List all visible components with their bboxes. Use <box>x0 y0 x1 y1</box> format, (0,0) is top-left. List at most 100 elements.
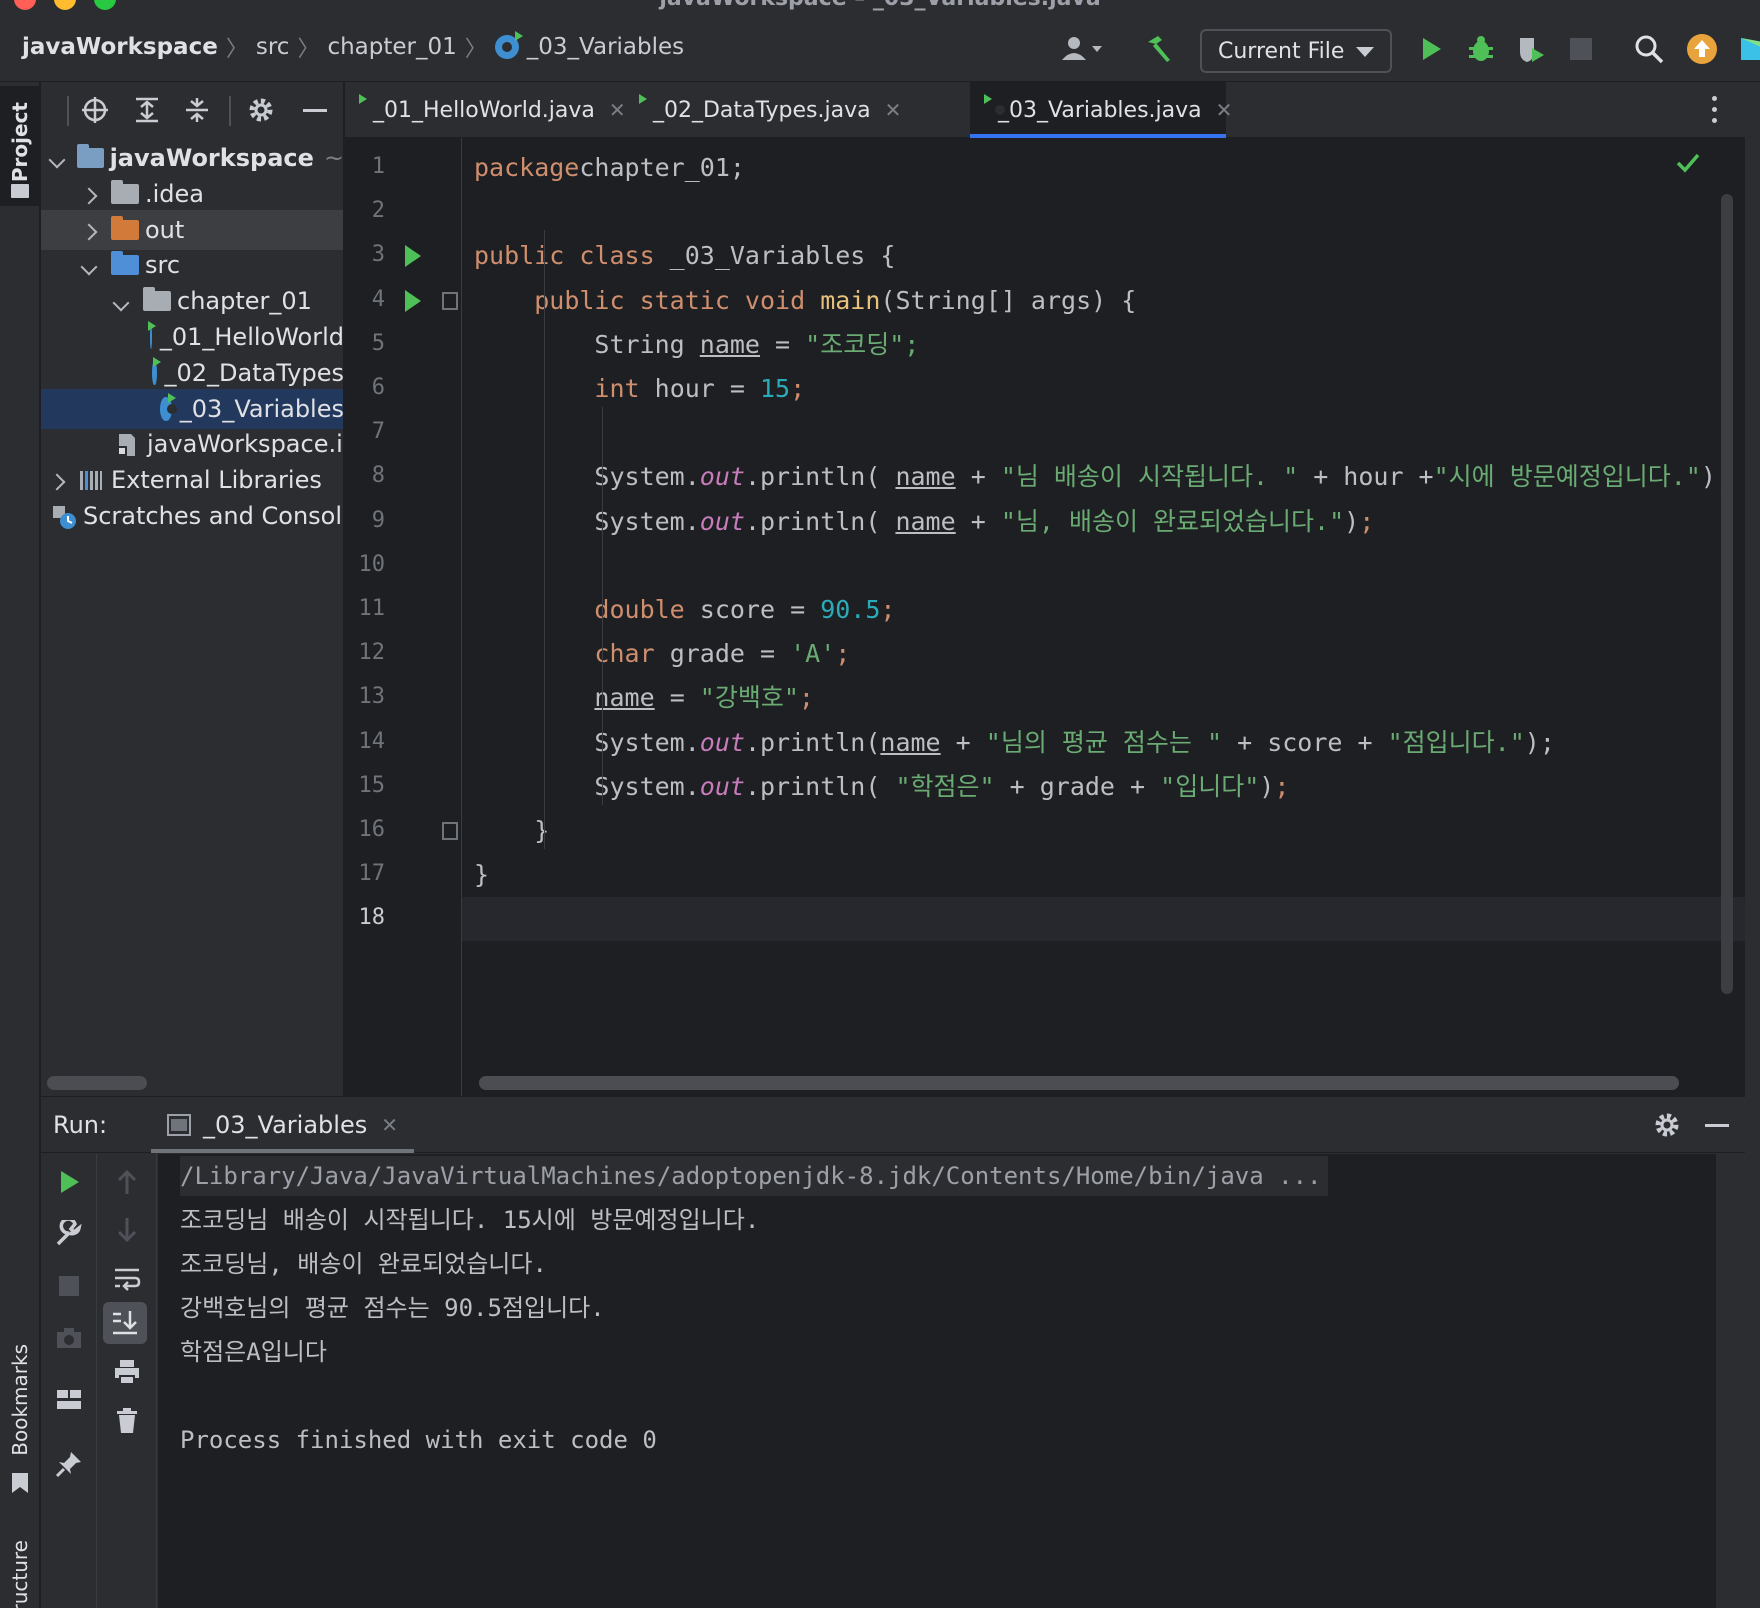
tree-item[interactable]: Scratches and Consoles <box>41 496 343 536</box>
breadcrumb-package[interactable]: chapter_01 <box>327 34 456 60</box>
arrow-down-icon[interactable] <box>113 1216 141 1244</box>
close-icon[interactable]: ✕ <box>381 1113 398 1137</box>
code-token: = <box>654 683 700 713</box>
rerun-icon[interactable] <box>55 1168 83 1196</box>
scroll-to-end-button[interactable] <box>103 1302 147 1344</box>
right-tool-strip <box>1745 82 1760 1608</box>
minimize-icon[interactable] <box>1705 1124 1729 1127</box>
tree-item[interactable]: _02_DataTypes <box>41 353 343 393</box>
chevron-down-icon[interactable] <box>48 151 66 169</box>
code-token: + <box>940 727 986 757</box>
code-token: + <box>955 506 1001 536</box>
code-line: packagechapter_01; <box>474 146 745 190</box>
more-tabs-icon[interactable] <box>1712 94 1720 126</box>
soft-wrap-icon[interactable] <box>113 1264 141 1292</box>
camera-icon[interactable] <box>55 1324 83 1352</box>
chevron-right-icon[interactable] <box>80 187 98 205</box>
tree-item[interactable]: javaWorkspace.iml <box>41 424 343 464</box>
update-icon[interactable] <box>1686 33 1718 65</box>
code-token: char <box>594 639 670 669</box>
tree-item[interactable]: chapter_01 <box>41 281 343 321</box>
tab-label: _03_Variables.java <box>998 97 1202 123</box>
close-icon[interactable]: ✕ <box>609 98 626 122</box>
chevron-down-icon[interactable] <box>112 294 130 312</box>
editor-vertical-scrollbar[interactable] <box>1721 194 1733 994</box>
divider <box>229 96 231 126</box>
divider <box>67 96 69 126</box>
tree-item[interactable]: _03_Variables <box>41 388 344 429</box>
collapse-all-icon[interactable] <box>183 96 211 124</box>
fold-marker-icon[interactable] <box>442 291 458 310</box>
editor-horizontal-scrollbar[interactable] <box>479 1076 1679 1090</box>
structure-tool-label[interactable]: Structure <box>8 1540 32 1608</box>
bookmarks-tool-label[interactable]: Bookmarks <box>8 1344 32 1456</box>
console-scroll-gutter <box>1716 1154 1745 1608</box>
search-icon[interactable] <box>1634 34 1664 64</box>
tab-helloworld[interactable]: _01_HelloWorld.java ✕ <box>345 82 626 138</box>
chevron-right-icon[interactable] <box>80 223 98 241</box>
code-line: System.out.println(name + "님의 평균 점수는 " +… <box>474 721 1554 765</box>
wrench-icon[interactable] <box>55 1220 83 1248</box>
chevron-right-icon[interactable] <box>48 473 66 491</box>
gutter-run-icon[interactable] <box>405 289 421 312</box>
code-token: String <box>474 329 700 359</box>
tab-datatypes[interactable]: _02_DataTypes.java ✕ <box>625 82 901 138</box>
line-number: 10 <box>358 551 386 577</box>
close-icon[interactable]: ✕ <box>1216 98 1233 122</box>
console-output[interactable]: /Library/Java/JavaVirtualMachines/adopto… <box>158 1154 1718 1608</box>
minimize-icon[interactable] <box>303 109 327 112</box>
code-line: System.out.println( name + "님, 배송이 완료되었습… <box>474 500 1374 544</box>
code-token: "입니다" <box>1160 771 1260 801</box>
run-tab-variables[interactable]: _03_Variables ✕ <box>151 1097 414 1153</box>
close-icon[interactable]: ✕ <box>885 98 902 122</box>
tree-item[interactable]: External Libraries <box>41 460 343 500</box>
gear-icon[interactable] <box>247 96 275 124</box>
tree-item[interactable]: _01_HelloWorld <box>41 317 343 357</box>
code-line: System.out.println( name + "님 배송이 시작됩니다.… <box>474 455 1731 499</box>
code-token: double <box>594 595 700 624</box>
run-label: Run: <box>53 1111 108 1139</box>
print-icon[interactable] <box>113 1358 141 1386</box>
line-number: 11 <box>358 596 386 621</box>
trash-icon[interactable] <box>113 1406 141 1434</box>
debug-icon[interactable] <box>1466 34 1496 64</box>
tree-item[interactable]: javaWorkspace ~ <box>41 138 343 178</box>
line-number: 13 <box>358 684 386 710</box>
run-tools-secondary <box>97 1154 157 1608</box>
code-area[interactable]: packagechapter_01; public class _03_Varia… <box>462 138 1760 1038</box>
tree-item[interactable]: .idea <box>41 174 343 214</box>
project-tool-button[interactable]: Project <box>0 86 40 206</box>
project-horizontal-scrollbar[interactable] <box>47 1076 147 1090</box>
gutter-run-icon[interactable] <box>405 245 421 268</box>
tree-item-label: javaWorkspace <box>109 144 314 172</box>
code-token: .println( <box>744 727 881 757</box>
no-problems-check-icon[interactable] <box>1675 150 1701 176</box>
breadcrumb-project[interactable]: javaWorkspace <box>22 34 218 60</box>
fold-marker-icon[interactable] <box>442 822 458 840</box>
java-class-icon <box>494 31 523 59</box>
breadcrumb-class[interactable]: _03_Variables <box>527 34 684 60</box>
ai-icon[interactable] <box>1736 34 1760 64</box>
run-icon[interactable] <box>1416 34 1446 64</box>
breadcrumb-src[interactable]: src <box>256 34 290 60</box>
arrow-up-icon[interactable] <box>113 1168 141 1196</box>
expand-all-icon[interactable] <box>133 96 161 124</box>
code-token: name <box>895 506 956 536</box>
stop-icon[interactable] <box>1570 38 1592 60</box>
pin-icon[interactable] <box>55 1450 83 1478</box>
stop-icon[interactable] <box>59 1276 79 1296</box>
gear-icon[interactable] <box>1653 1111 1681 1139</box>
run-configuration-dropdown[interactable]: Current File <box>1200 29 1392 73</box>
bookmark-icon[interactable] <box>11 1472 29 1494</box>
coverage-icon[interactable] <box>1516 34 1546 64</box>
tree-item[interactable]: out <box>41 209 343 250</box>
profile-icon[interactable] <box>1058 34 1106 64</box>
tree-item-label: _03_Variables <box>179 394 344 423</box>
tab-variables[interactable]: _03_Variables.java ✕ <box>970 82 1232 138</box>
locate-file-icon[interactable] <box>81 96 109 124</box>
tree-item[interactable]: src <box>41 245 343 285</box>
chevron-down-icon[interactable] <box>80 258 98 276</box>
hammer-icon[interactable] <box>1144 34 1174 64</box>
layout-icon[interactable] <box>55 1386 83 1414</box>
